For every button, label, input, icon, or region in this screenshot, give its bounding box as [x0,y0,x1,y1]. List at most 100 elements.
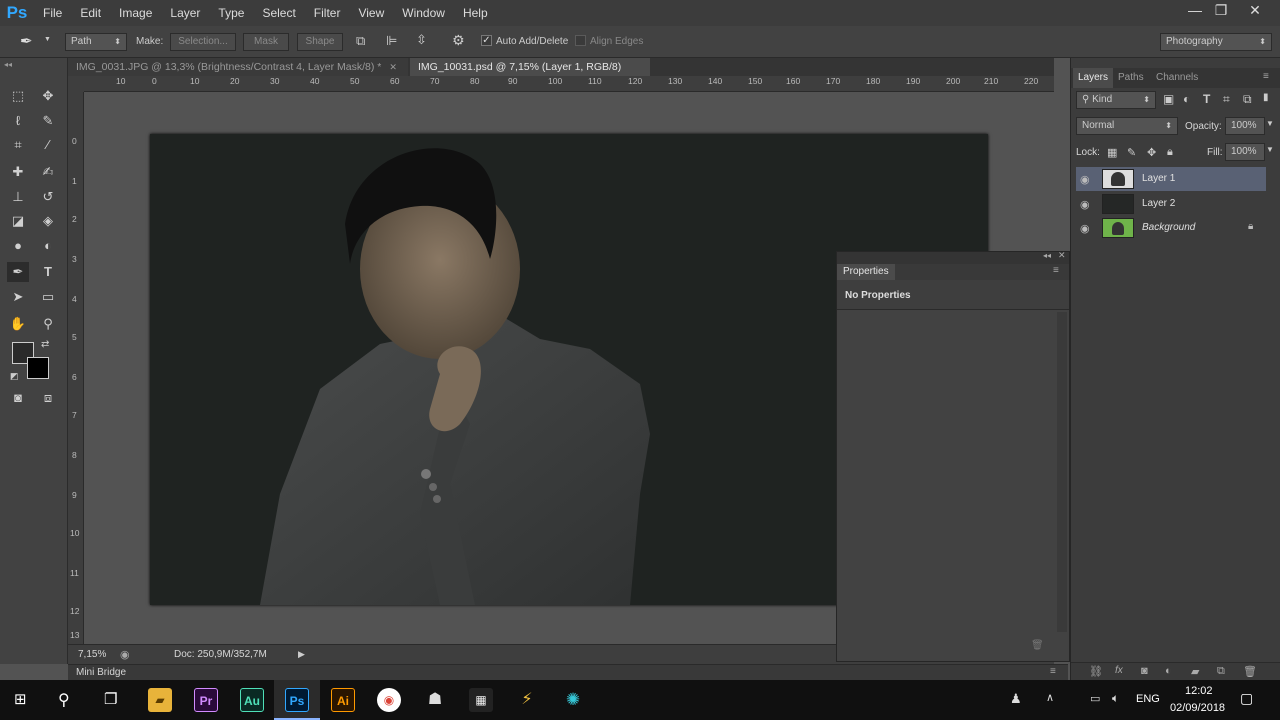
background-color-swatch[interactable] [27,357,49,379]
people-icon[interactable]: ♟ [1010,691,1022,707]
search-icon[interactable]: ⚲ [58,690,70,710]
type-filter-icon[interactable]: T [1203,92,1210,106]
selection-button[interactable]: Selection... [170,33,236,51]
properties-scrollbar[interactable] [1057,312,1067,632]
paint-bucket-tool-icon[interactable]: ◈ [37,211,59,231]
clone-stamp-tool-icon[interactable]: ⊥ [7,187,29,207]
file-explorer-icon[interactable]: ▰ [148,688,172,712]
lock-transparent-icon[interactable]: ▦ [1107,146,1117,159]
illustrator-icon[interactable]: Ai [331,688,355,712]
eye-icon[interactable]: ◉ [1080,173,1090,186]
layer-row-layer-2[interactable]: ◉ Layer 2 [1076,192,1266,216]
pen-tool-preset-icon[interactable]: ✒ [20,32,33,50]
marquee-tool-icon[interactable]: ⬚ [7,86,29,106]
eye-icon[interactable]: ◉ [1080,198,1090,211]
close-icon[interactable]: ✕ [389,62,397,72]
language-indicator[interactable]: ENG [1136,693,1160,705]
doc-tab-img10031[interactable]: IMG_10031.psd @ 7,15% (Layer 1, RGB/8) *… [410,58,650,91]
zoom-level[interactable]: 7,15% [78,649,106,660]
align-edges-checkbox[interactable] [575,35,586,46]
fill-input[interactable]: 100% [1225,143,1265,161]
move-tool-icon[interactable]: ✥ [37,86,59,106]
tool-app-icon[interactable]: ⚡ [515,688,539,712]
tool-mode-select[interactable]: Path ⬍ [65,33,127,51]
lock-pixels-icon[interactable]: ✎ [1127,146,1136,159]
rectangle-tool-icon[interactable]: ▭ [37,287,59,307]
notification-icon[interactable]: ▢ [1240,690,1253,707]
tab-paths[interactable]: Paths [1113,68,1149,88]
ruler-corner[interactable] [68,76,84,92]
windows-start-icon[interactable]: ⊞ [14,692,30,708]
crop-tool-icon[interactable]: ⌗ [7,135,29,155]
menu-select[interactable]: Select [253,0,304,26]
eyedropper-tool-icon[interactable]: ⁄ [37,135,59,155]
screen-mode-icon[interactable]: ⧈ [37,388,59,408]
new-group-icon[interactable]: ▰ [1191,665,1199,678]
fill-dropdown-icon[interactable]: ▼ [1266,145,1274,154]
layer-name[interactable]: Background [1142,222,1195,233]
audition-icon[interactable]: Au [240,688,264,712]
adjustment-layer-icon[interactable]: ◐ [1165,665,1172,677]
path-alignment-icon[interactable]: ⊫ [386,33,397,49]
pen-tool-icon[interactable]: ✒ [7,262,29,282]
healing-brush-tool-icon[interactable]: ✚ [7,162,29,182]
opacity-input[interactable]: 100% [1225,117,1265,135]
premiere-icon[interactable]: Pr [194,688,218,712]
task-view-icon[interactable]: ❐ [104,690,117,708]
panel-menu-icon[interactable]: ≡ [1050,666,1056,677]
doc-tab-img0031[interactable]: IMG_0031.JPG @ 13,3% (Brightness/Contras… [68,58,408,76]
eraser-tool-icon[interactable]: ◪ [7,211,29,231]
path-selection-tool-icon[interactable]: ➤ [7,287,29,307]
menu-help[interactable]: Help [454,0,497,26]
dodge-tool-icon[interactable]: ◐ [37,236,59,256]
blur-tool-icon[interactable]: ● [7,236,29,256]
ruler-vertical[interactable]: 0 1 2 3 4 5 6 7 8 9 10 11 12 13 [68,92,84,644]
menu-file[interactable]: File [34,0,71,26]
trash-icon[interactable]: 🗑︎ [1243,665,1257,678]
status-info-icon[interactable]: ◉ [120,648,130,661]
trash-icon[interactable]: 🗑︎ [1031,640,1044,651]
workspace-select[interactable]: Photography ⬍ [1160,33,1272,51]
collapse-icon[interactable]: ◂◂ [4,60,12,69]
quick-mask-icon[interactable]: ◙ [7,388,29,408]
clock-time[interactable]: 12:02 [1185,685,1213,697]
collapse-icon[interactable]: ◂◂ [1043,251,1051,260]
history-brush-tool-icon[interactable]: ↺ [37,187,59,207]
tab-properties[interactable]: Properties [837,264,895,280]
chevron-down-icon[interactable]: ▼ [44,36,51,43]
menu-view[interactable]: View [349,0,393,26]
volume-icon[interactable]: 🔈︎ [1112,691,1119,706]
smart-object-filter-icon[interactable]: ⧉ [1243,92,1252,107]
media-app-icon[interactable]: ▦ [469,688,493,712]
panel-menu-icon[interactable]: ≡ [1263,71,1269,82]
panel-menu-icon[interactable]: ≡ [1053,265,1059,276]
filter-toggle-icon[interactable]: ▮ [1263,92,1269,103]
eye-icon[interactable]: ◉ [1080,222,1090,235]
close-icon[interactable]: ✕ [1058,250,1066,261]
menu-type[interactable]: Type [209,0,253,26]
menu-filter[interactable]: Filter [305,0,350,26]
adjustment-filter-icon[interactable]: ◐ [1183,92,1190,106]
game-app-icon[interactable]: ☗ [423,688,447,712]
mini-bridge-tab[interactable]: Mini Bridge [76,667,126,678]
blend-mode-select[interactable]: Normal ⬍ [1076,117,1178,135]
shape-button[interactable]: Shape [297,33,343,51]
lasso-tool-icon[interactable]: ℓ [7,111,29,131]
chrome-icon[interactable]: ◉ [377,688,401,712]
layer-filter-kind[interactable]: ⚲ Kind ⬍ [1076,91,1156,109]
shape-filter-icon[interactable]: ⌗ [1223,92,1230,107]
lock-all-icon[interactable]: 🔒︎ [1167,146,1173,159]
ruler-horizontal[interactable]: 10 0 10 20 30 40 50 60 70 80 90 100 110 … [84,76,1054,92]
network-app-icon[interactable]: ✺ [561,688,585,712]
pixel-filter-icon[interactable]: ▣ [1163,92,1174,106]
path-arrangement-icon[interactable]: ⇳ [416,32,427,48]
menu-edit[interactable]: Edit [71,0,110,26]
layer-row-background[interactable]: ◉ Background 🔒︎ [1076,216,1266,240]
add-mask-icon[interactable]: ◙ [1141,665,1148,677]
menu-layer[interactable]: Layer [161,0,209,26]
menu-window[interactable]: Window [393,0,454,26]
chevron-up-icon[interactable]: ∧ [1046,691,1054,704]
auto-add-delete-checkbox[interactable]: ✓ [481,35,492,46]
menu-image[interactable]: Image [110,0,161,26]
lock-position-icon[interactable]: ✥ [1147,146,1156,159]
